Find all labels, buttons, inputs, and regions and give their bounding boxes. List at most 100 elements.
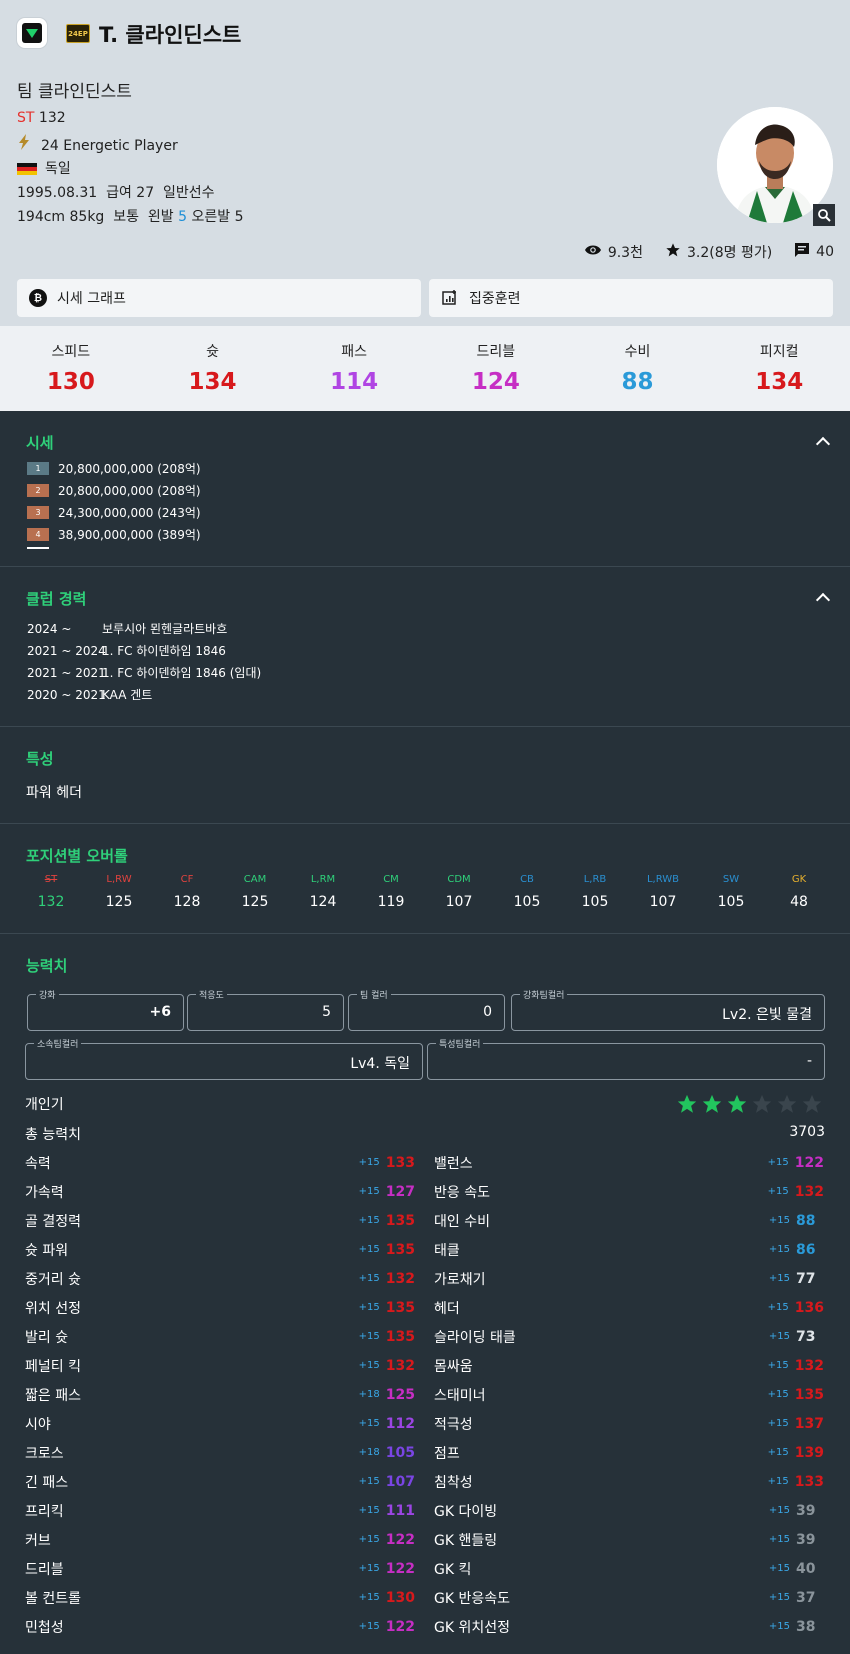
pos-label: CDM xyxy=(447,874,471,885)
stat-name: 중거리 슛 xyxy=(25,1271,81,1288)
germany-flag-icon xyxy=(17,163,37,175)
pos-label: SW xyxy=(722,874,740,885)
club-teamcolor-field[interactable]: 소속팀컬러 Lv4. 독일 xyxy=(25,1037,423,1080)
pos-cell-lrwb: L,RWB 107 xyxy=(629,874,697,910)
stat-bonus: +18 xyxy=(358,1389,380,1400)
stat-value: 135 xyxy=(385,1241,415,1258)
stat-value: 125 xyxy=(385,1386,415,1403)
stat-name: GK 위치선정 xyxy=(434,1619,510,1636)
stat-row: 페널티 킥 +15 132 xyxy=(25,1351,415,1380)
stat-bonus: +15 xyxy=(358,1157,380,1168)
field-label: 팀 컬러 xyxy=(357,988,391,1001)
price-row: 4 38,900,000,000 (389억) xyxy=(27,526,201,543)
comment-icon xyxy=(794,242,810,262)
stat-row: 긴 패스 +15 107 xyxy=(25,1467,415,1496)
upgrade-level-badge: 1 xyxy=(27,462,49,475)
stat-name: 슛 파워 xyxy=(25,1242,69,1259)
price-graph-button[interactable]: ₿ 시세 그래프 xyxy=(17,279,421,317)
stat-row: 슛 파워 +15 135 xyxy=(25,1235,415,1264)
adaptation-field[interactable]: 적응도 5 xyxy=(187,988,344,1031)
price-text: 24,300,000,000 (243억) xyxy=(58,506,201,520)
rating-text[interactable]: 3.2(8명 평가) xyxy=(687,242,772,262)
pos-value: 128 xyxy=(173,894,201,910)
nation-name: 독일 xyxy=(45,161,71,177)
stat-name: 짧은 패스 xyxy=(25,1387,81,1404)
stat-name: 점프 xyxy=(434,1445,460,1462)
upgrade-field[interactable]: 강화 +6 xyxy=(27,988,184,1031)
stat-bonus: +15 xyxy=(767,1186,789,1197)
stat-name: 드리블 xyxy=(25,1561,64,1578)
upgrade-level-badge: 4 xyxy=(27,528,49,541)
right-foot-label: 오른발 xyxy=(191,209,231,225)
app-logo-icon[interactable] xyxy=(17,18,47,48)
stat-bonus: +15 xyxy=(768,1592,790,1603)
left-foot-value: 5 xyxy=(178,209,188,225)
stat-name: 대인 수비 xyxy=(434,1213,490,1230)
stat-bonus: +15 xyxy=(768,1215,790,1226)
season-line: 24 Energetic Player xyxy=(17,134,178,154)
page-title: T. 클라인딘스트 xyxy=(99,23,242,47)
stat-value: 122 xyxy=(794,1154,824,1171)
stat-name: 침착성 xyxy=(434,1474,473,1491)
views-count: 9.3천 xyxy=(607,245,643,261)
total-label: 총 능력치 xyxy=(25,1127,81,1143)
stat-value: 86 xyxy=(796,1241,816,1258)
stat-value: 39 xyxy=(796,1502,816,1519)
star-empty-icon xyxy=(752,1094,772,1113)
stats-left-column: 속력 +15 133 가속력 +15 127 골 결정력 +15 135 슛 파워 +15 135 중거… xyxy=(25,1148,415,1641)
bitcoin-icon: ₿ xyxy=(29,289,47,307)
stat-row: 골 결정력 +15 135 xyxy=(25,1206,415,1235)
position-label: ST xyxy=(17,110,35,126)
stat-bonus: +15 xyxy=(358,1476,380,1487)
field-value: +6 xyxy=(149,1004,171,1020)
chevron-up-icon[interactable] xyxy=(815,436,831,452)
price-text: 20,800,000,000 (208억) xyxy=(58,462,201,476)
traits-section: 특성 파워 헤더 xyxy=(0,726,850,824)
stat-value: 112 xyxy=(385,1415,415,1432)
zoom-icon[interactable] xyxy=(813,204,835,226)
star-icon xyxy=(665,242,681,262)
stat-name: 슬라이딩 태클 xyxy=(434,1329,516,1346)
stat-name: 스태미너 xyxy=(434,1387,486,1404)
player-header: 24EP T. 클라인딘스트 팀 클라인딘스트 ST 132 24 Energe… xyxy=(0,0,850,326)
star-empty-icon xyxy=(777,1094,797,1113)
body-line: 194cm 85kg 보통 왼발 5 오른발 5 xyxy=(17,206,244,226)
training-button[interactable]: 집중훈련 xyxy=(429,279,833,317)
pos-value: 125 xyxy=(241,894,269,910)
attr-label: 스피드 xyxy=(51,344,91,360)
stat-bonus: +15 xyxy=(767,1302,789,1313)
career-title: 클럽 경력 xyxy=(26,590,87,608)
stat-value: 139 xyxy=(794,1444,824,1461)
field-label: 소속팀컬러 xyxy=(34,1037,82,1050)
stat-name: 적극성 xyxy=(434,1416,473,1433)
right-foot-value: 5 xyxy=(234,209,244,225)
stat-row: 발리 슛 +15 135 xyxy=(25,1322,415,1351)
total-value: 3703 xyxy=(789,1124,825,1140)
stat-value: 136 xyxy=(794,1299,824,1316)
pos-value: 107 xyxy=(649,894,677,910)
stat-bonus: +15 xyxy=(358,1563,380,1574)
stat-value: 39 xyxy=(796,1531,816,1548)
stat-bonus: +15 xyxy=(768,1621,790,1632)
stat-value: 122 xyxy=(385,1560,415,1577)
height-weight: 194cm 85kg xyxy=(17,209,105,225)
pos-label: CF xyxy=(180,874,194,885)
trait-teamcolor-field[interactable]: 특성팀컬러 - xyxy=(427,1037,825,1080)
upgrade-teamcolor-field[interactable]: 강화팀컬러 Lv2. 은빛 물결 xyxy=(511,988,825,1031)
stat-bonus: +15 xyxy=(767,1389,789,1400)
stat-name: 반응 속도 xyxy=(434,1184,490,1201)
position-ovr: 132 xyxy=(38,110,66,126)
stat-name: 태클 xyxy=(434,1242,460,1259)
stat-row: GK 위치선정 +15 38 xyxy=(434,1612,824,1641)
stat-row: 짧은 패스 +18 125 xyxy=(25,1380,415,1409)
pos-cell-st: ST 132 xyxy=(17,874,85,910)
upgrade-level-badge: 2 xyxy=(27,484,49,497)
attr-value: 114 xyxy=(330,369,379,395)
attr-shooting: 슛 134 xyxy=(142,326,284,411)
pos-label: L,RM xyxy=(310,874,336,885)
stat-bonus: +15 xyxy=(767,1157,789,1168)
attr-dribbling: 드리블 124 xyxy=(425,326,567,411)
chevron-up-icon[interactable] xyxy=(815,592,831,608)
training-chart-icon xyxy=(441,289,459,307)
teamcolor-field[interactable]: 팀 컬러 0 xyxy=(348,988,505,1031)
